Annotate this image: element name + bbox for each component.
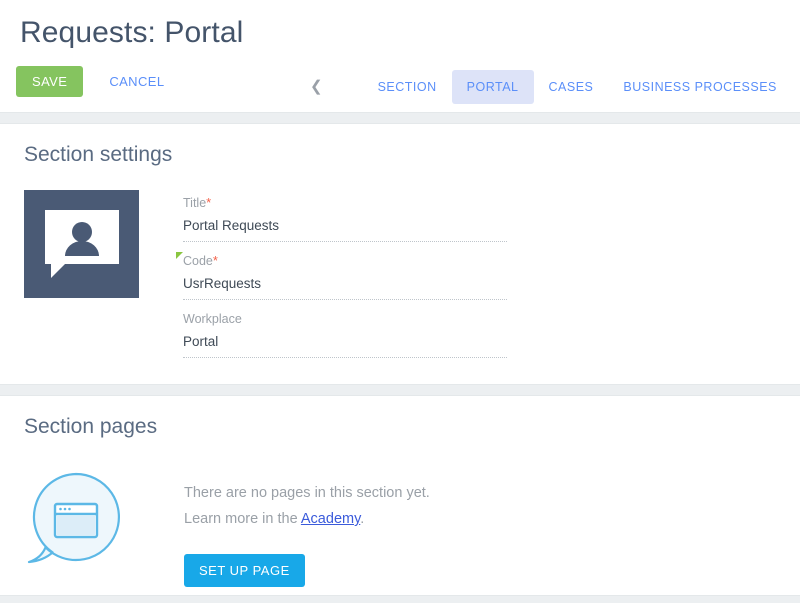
field-title-label-text: Title (183, 196, 207, 210)
field-code: Code* UsrRequests (176, 252, 507, 300)
required-asterisk: * (212, 253, 218, 268)
set-up-page-button[interactable]: SET UP PAGE (184, 554, 305, 587)
section-pages-panel: Section pages There are no pages in this… (0, 396, 800, 587)
cancel-button[interactable]: CANCEL (99, 66, 174, 97)
tab-business-processes[interactable]: BUSINESS PROCESSES (608, 70, 792, 104)
tab-bar: ❮ SECTION PORTAL CASES BUSINESS PROCESSE… (300, 70, 800, 104)
field-workplace: Workplace Portal (183, 310, 507, 358)
empty-state-line-2-suffix: . (360, 511, 365, 527)
tab-cases[interactable]: CASES (534, 70, 609, 104)
empty-state-line-2-prefix: Learn more in the (184, 511, 301, 527)
tab-section[interactable]: SECTION (363, 70, 452, 104)
field-workplace-label-text: Workplace (183, 312, 242, 326)
field-workplace-input[interactable]: Portal (183, 328, 507, 358)
section-settings-heading: Section settings (24, 143, 173, 166)
field-title-input[interactable]: Portal Requests (183, 212, 507, 242)
field-code-label-text: Code (183, 254, 213, 268)
save-button[interactable]: SAVE (16, 65, 84, 97)
empty-state-line-1: There are no pages in this section yet. (184, 485, 430, 501)
chevron-right-icon[interactable]: ❯ (792, 74, 800, 100)
page-header: Requests: Portal SAVE CANCEL ❮ SECTION P… (0, 0, 800, 112)
section-separator (0, 384, 800, 396)
header-separator (0, 112, 800, 124)
field-title: Title* Portal Requests (183, 194, 507, 242)
academy-link[interactable]: Academy (301, 511, 360, 527)
field-title-label: Title* (183, 194, 211, 212)
speech-bubble-browser-window-icon (24, 462, 184, 577)
page-title: Requests: Portal (20, 16, 244, 49)
footer-separator (0, 595, 800, 603)
section-pages-heading: Section pages (24, 415, 158, 438)
tab-portal[interactable]: PORTAL (451, 70, 534, 104)
action-toolbar: SAVE CANCEL ❮ SECTION PORTAL CASES BUSIN… (0, 52, 800, 112)
section-pages-empty-state: There are no pages in this section yet. … (0, 462, 800, 587)
speech-bubble-person-icon[interactable] (24, 190, 139, 298)
section-settings-fields: Title* Portal Requests Code* UsrRequests… (176, 190, 507, 368)
section-settings-row: Title* Portal Requests Code* UsrRequests… (0, 190, 800, 368)
required-asterisk: * (206, 195, 212, 210)
chevron-left-icon[interactable]: ❮ (300, 74, 333, 100)
green-corner-flag-icon (176, 252, 183, 259)
section-settings-panel: Section settings Title* Portal Requests (0, 124, 800, 368)
field-code-input[interactable]: UsrRequests (183, 270, 507, 300)
field-code-label: Code* (176, 252, 218, 270)
empty-state-line-2: Learn more in the Academy. (184, 506, 430, 532)
field-workplace-label: Workplace (183, 311, 242, 328)
section-pages-empty-body: There are no pages in this section yet. … (184, 462, 430, 587)
section-designer-page: Requests: Portal SAVE CANCEL ❮ SECTION P… (0, 0, 800, 603)
